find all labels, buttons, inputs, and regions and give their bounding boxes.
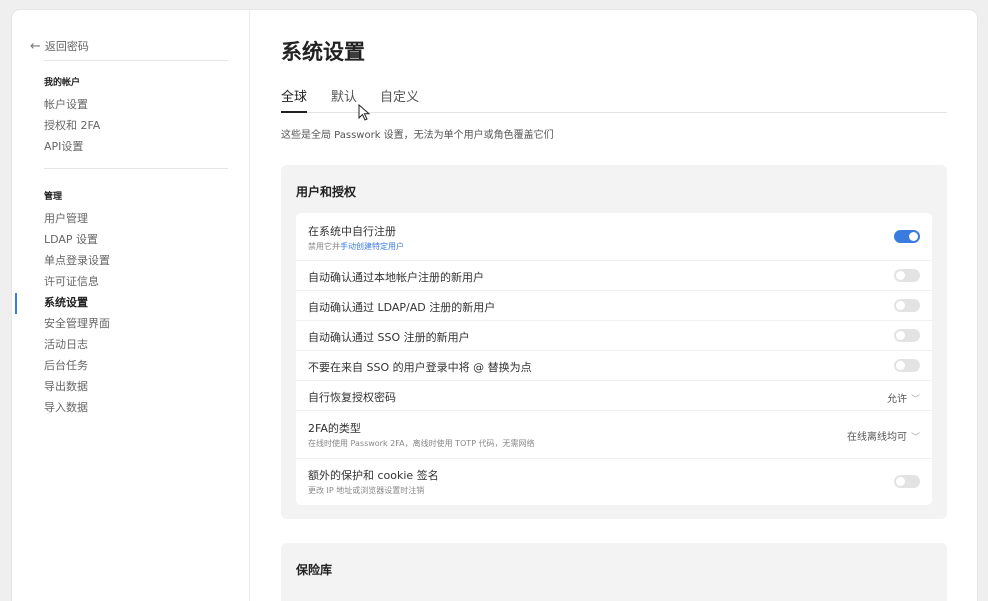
tab-bar: 全球 默认 自定义 <box>281 86 947 113</box>
2fa-type-dropdown[interactable]: 在线离线均可 ﹀ <box>847 428 920 443</box>
sidebar-item-sso-settings[interactable]: 单点登录设置 <box>44 252 110 268</box>
setting-label: 自动确认通过 LDAP/AD 注册的新用户 <box>308 301 496 314</box>
sidebar-divider <box>44 60 228 61</box>
setting-label: 2FA的类型 <box>308 422 361 435</box>
main-content: 系统设置 全球 默认 自定义 这些是全局 Passwork 设置，无法为单个用户… <box>251 10 977 601</box>
setting-label: 不要在来自 SSO 的用户登录中将 @ 替换为点 <box>308 361 532 374</box>
settings-card: 在系统中自行注册 禁用它并手动创建特定用户 自动确认通过本地帐户注册的新用户 自… <box>296 213 932 505</box>
create-users-manually-link[interactable]: 手动创建特定用户 <box>340 242 404 251</box>
sidebar-item-background-tasks[interactable]: 后台任务 <box>44 357 88 373</box>
setting-row-self-recovery: 自行恢复授权密码 允许 ﹀ <box>296 381 932 411</box>
sidebar-item-ldap-settings[interactable]: LDAP 设置 <box>44 231 98 247</box>
back-link-label: 返回密码 <box>44 40 89 53</box>
sidebar-item-account-settings[interactable]: 帐户设置 <box>44 96 88 112</box>
setting-row-sso-at-replace: 不要在来自 SSO 的用户登录中将 @ 替换为点 <box>296 351 932 381</box>
sidebar-heading-account: 我的帐户 <box>44 78 81 88</box>
setting-description: 在线时使用 Passwork 2FA，离线时使用 TOTP 代码，无需网络 <box>308 439 535 448</box>
sidebar-item-security-dashboard[interactable]: 安全管理界面 <box>44 315 110 331</box>
sidebar-item-system-settings[interactable]: 系统设置 <box>44 294 88 310</box>
tab-custom[interactable]: 自定义 <box>380 86 419 111</box>
setting-row-auto-confirm-local: 自动确认通过本地帐户注册的新用户 <box>296 261 932 291</box>
section-vault: 保险库 <box>281 543 947 601</box>
extra-protection-toggle[interactable] <box>894 475 920 488</box>
setting-row-self-registration: 在系统中自行注册 禁用它并手动创建特定用户 <box>296 213 932 261</box>
section-title: 保险库 <box>296 563 333 577</box>
sidebar-heading-admin: 管理 <box>44 192 63 202</box>
setting-description: 更改 IP 地址或浏览器设置时注销 <box>308 486 425 495</box>
auto-confirm-local-toggle[interactable] <box>894 269 920 282</box>
sidebar-item-import-data[interactable]: 导入数据 <box>44 399 88 415</box>
back-to-passwords-link[interactable]: ← 返回密码 <box>30 38 89 54</box>
app-window: ← 返回密码 我的帐户 帐户设置 授权和 2FA API设置 管理 用户管理 L… <box>12 10 977 601</box>
setting-row-auto-confirm-sso: 自动确认通过 SSO 注册的新用户 <box>296 321 932 351</box>
sidebar-item-auth-2fa[interactable]: 授权和 2FA <box>44 117 100 133</box>
sidebar-active-indicator <box>15 293 17 314</box>
sidebar-item-activity-log[interactable]: 活动日志 <box>44 336 88 352</box>
sidebar-item-export-data[interactable]: 导出数据 <box>44 378 88 394</box>
setting-label: 在系统中自行注册 <box>308 225 396 238</box>
section-users-auth: 用户和授权 在系统中自行注册 禁用它并手动创建特定用户 自动确认通过本地帐户注册… <box>281 165 947 519</box>
arrow-left-icon: ← <box>30 38 41 54</box>
auto-confirm-ldap-toggle[interactable] <box>894 299 920 312</box>
auto-confirm-sso-toggle[interactable] <box>894 329 920 342</box>
setting-row-auto-confirm-ldap: 自动确认通过 LDAP/AD 注册的新用户 <box>296 291 932 321</box>
tab-global[interactable]: 全球 <box>281 86 308 113</box>
setting-label: 额外的保护和 cookie 签名 <box>308 469 439 482</box>
setting-description: 禁用它并手动创建特定用户 <box>308 242 404 251</box>
page-subtitle: 这些是全局 Passwork 设置，无法为单个用户或角色覆盖它们 <box>281 130 554 141</box>
setting-label: 自行恢复授权密码 <box>308 391 396 404</box>
sidebar: ← 返回密码 我的帐户 帐户设置 授权和 2FA API设置 管理 用户管理 L… <box>12 10 250 601</box>
tab-default[interactable]: 默认 <box>331 86 357 111</box>
setting-label: 自动确认通过本地帐户注册的新用户 <box>308 271 484 284</box>
setting-label: 自动确认通过 SSO 注册的新用户 <box>308 331 470 344</box>
self-registration-toggle[interactable] <box>894 230 920 243</box>
chevron-down-icon: ﹀ <box>910 395 920 405</box>
setting-row-2fa-type: 2FA的类型 在线时使用 Passwork 2FA，离线时使用 TOTP 代码，… <box>296 411 932 459</box>
chevron-down-icon: ﹀ <box>910 433 920 443</box>
self-recovery-dropdown[interactable]: 允许 ﹀ <box>887 390 920 405</box>
mouse-pointer-icon <box>358 104 371 121</box>
page-title: 系统设置 <box>281 40 365 64</box>
sidebar-item-user-management[interactable]: 用户管理 <box>44 210 88 226</box>
sidebar-divider <box>44 168 228 169</box>
sidebar-item-api-settings[interactable]: API设置 <box>44 138 83 154</box>
setting-row-extra-protection: 额外的保护和 cookie 签名 更改 IP 地址或浏览器设置时注销 <box>296 459 932 505</box>
sidebar-item-license-info[interactable]: 许可证信息 <box>44 273 99 289</box>
section-title: 用户和授权 <box>296 185 357 199</box>
sso-at-replace-toggle[interactable] <box>894 359 920 372</box>
